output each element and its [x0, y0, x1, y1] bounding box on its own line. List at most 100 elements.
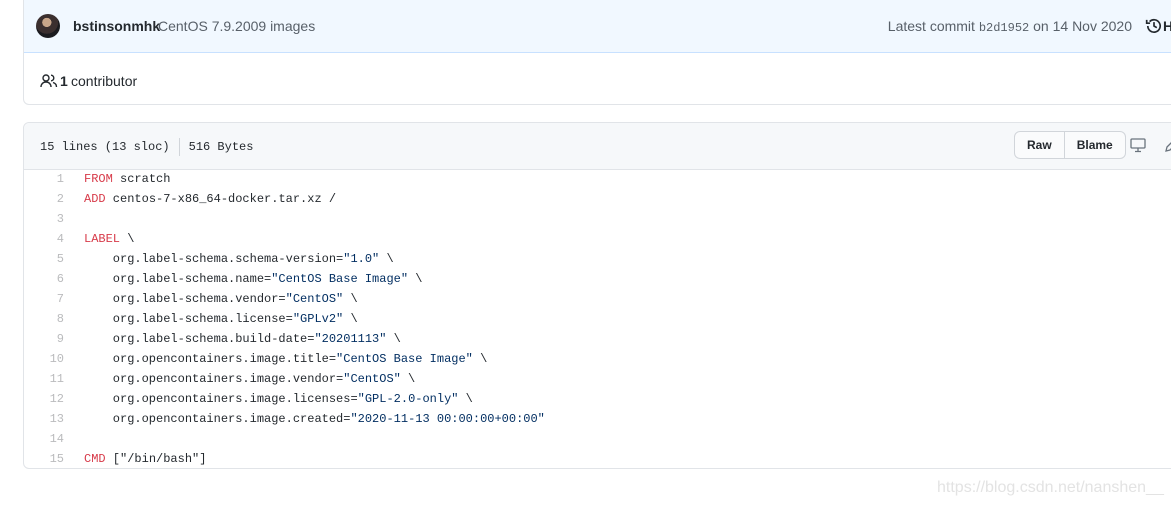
contributor-label: contributor — [71, 73, 138, 89]
line-content: CMD ["/bin/bash"] — [84, 449, 206, 469]
code-text: \ — [458, 392, 473, 406]
line-content: org.label-schema.name="CentOS Base Image… — [84, 269, 423, 289]
pencil-icon[interactable] — [1164, 137, 1171, 153]
commit-sha-link[interactable]: b2d1952 — [979, 21, 1029, 35]
code-keyword: ADD — [84, 192, 106, 206]
watermark: https://blog.csdn.net/nanshen__ — [937, 479, 1164, 496]
code-line: 14 — [24, 429, 1171, 449]
code-text: \ — [386, 332, 401, 346]
code-string: "2020-11-13 00:00:00+00:00" — [350, 412, 545, 426]
code-text: \ — [408, 272, 423, 286]
line-number[interactable]: 14 — [24, 429, 64, 449]
line-number[interactable]: 6 — [24, 269, 64, 289]
code-text: org.label-schema.vendor= — [84, 292, 286, 306]
code-line: 10 org.opencontainers.image.title="CentO… — [24, 349, 1171, 369]
code-keyword: CMD — [84, 452, 106, 466]
line-number[interactable]: 13 — [24, 409, 64, 429]
code-line: 4 LABEL \ — [24, 229, 1171, 249]
commit-meta: Latest commit b2d1952 on 14 Nov 2020 — [888, 18, 1132, 35]
file-info: 15 lines (13 sloc) 516 Bytes — [40, 138, 253, 156]
code-line: 13 org.opencontainers.image.created="202… — [24, 409, 1171, 429]
code-text: org.label-schema.name= — [84, 272, 272, 286]
code-line: 1 FROM scratch — [24, 169, 1171, 189]
code-text: org.opencontainers.image.licenses= — [84, 392, 358, 406]
code-text: \ — [343, 312, 358, 326]
code-string: "1.0" — [343, 252, 380, 266]
commit-author-link[interactable]: bstinsonmhk — [73, 18, 160, 34]
file-viewer: 15 lines (13 sloc) 516 Bytes Raw Blame 1F… — [23, 122, 1171, 469]
code-line: 3 — [24, 209, 1171, 229]
line-number[interactable]: 8 — [24, 309, 64, 329]
code-text: ["/bin/bash"] — [105, 452, 207, 466]
code-text: org.label-schema.build-date= — [84, 332, 315, 346]
code-text: \ — [343, 292, 358, 306]
code-text: \ — [379, 252, 394, 266]
line-number[interactable]: 2 — [24, 189, 64, 209]
file-actions: Raw Blame — [1014, 131, 1126, 159]
line-content: org.opencontainers.image.created="2020-1… — [84, 409, 545, 429]
code-line: 8 org.label-schema.license="GPLv2" \ — [24, 309, 1171, 329]
file-size: 516 Bytes — [188, 140, 254, 155]
desktop-icon[interactable] — [1130, 137, 1146, 153]
commit-message-link[interactable]: CentOS 7.9.2009 images — [158, 18, 315, 34]
commit-date: on 14 Nov 2020 — [1033, 18, 1132, 34]
latest-commit-box: bstinsonmhk CentOS 7.9.2009 images Lates… — [23, 0, 1171, 105]
line-number[interactable]: 1 — [24, 169, 64, 189]
code-string: "20201113" — [314, 332, 387, 346]
code-line: 6 org.label-schema.name="CentOS Base Ima… — [24, 269, 1171, 289]
latest-commit-label: Latest commit — [887, 18, 975, 34]
line-content: org.label-schema.license="GPLv2" \ — [84, 309, 358, 329]
code-line: 12 org.opencontainers.image.licenses="GP… — [24, 389, 1171, 409]
history-link[interactable]: H — [1163, 18, 1171, 34]
code-line: 11 org.opencontainers.image.vendor="Cent… — [24, 369, 1171, 389]
code-string: "GPL-2.0-only" — [357, 392, 459, 406]
code-text: \ — [400, 372, 416, 386]
code-body: 1 FROM scratch 2 ADD centos-7-x86_64-docker… — [24, 169, 1171, 469]
line-number[interactable]: 12 — [24, 389, 64, 409]
code-text: org.opencontainers.image.vendor= — [84, 372, 344, 386]
line-number[interactable]: 4 — [24, 229, 64, 249]
line-number[interactable]: 5 — [24, 249, 64, 269]
code-text: centos-7-x86_64-docker.tar.xz / — [105, 192, 337, 206]
line-number[interactable]: 15 — [24, 449, 64, 469]
code-text: \ — [472, 352, 488, 366]
divider — [178, 138, 180, 156]
code-line: 9 org.label-schema.build-date="20201113"… — [24, 329, 1171, 349]
line-content: org.label-schema.vendor="CentOS" \ — [84, 289, 358, 309]
line-number[interactable]: 10 — [24, 349, 64, 369]
line-number[interactable]: 11 — [24, 369, 64, 389]
blame-button[interactable]: Blame — [1064, 131, 1126, 159]
code-text: \ — [120, 232, 135, 246]
line-number[interactable]: 7 — [24, 289, 64, 309]
code-keyword: LABEL — [84, 232, 121, 246]
line-content: org.opencontainers.image.title="CentOS B… — [84, 349, 487, 369]
code-keyword: FROM — [84, 172, 113, 186]
author-avatar[interactable] — [36, 14, 60, 38]
line-content: org.opencontainers.image.licenses="GPL-2… — [84, 389, 473, 409]
code-line: 5 org.label-schema.schema-version="1.0" … — [24, 249, 1171, 269]
code-line: 15 CMD ["/bin/bash"] — [24, 449, 1171, 469]
code-string: "GPLv2" — [292, 312, 344, 326]
line-number[interactable]: 3 — [24, 209, 64, 229]
file-header: 15 lines (13 sloc) 516 Bytes Raw Blame — [24, 123, 1171, 170]
line-content: FROM scratch — [84, 169, 170, 189]
history-icon[interactable] — [1145, 17, 1163, 35]
code-text: scratch — [112, 172, 171, 186]
code-text: org.opencontainers.image.created= — [84, 412, 351, 426]
line-content: LABEL \ — [84, 229, 134, 249]
line-content: org.label-schema.schema-version="1.0" \ — [84, 249, 394, 269]
contributor-count: 1 — [60, 73, 68, 89]
code-line: 2 ADD centos-7-x86_64-docker.tar.xz / — [24, 189, 1171, 209]
code-text: org.label-schema.license= — [84, 312, 293, 326]
code-line: 7 org.label-schema.vendor="CentOS" \ — [24, 289, 1171, 309]
code-string: "CentOS Base Image" — [271, 272, 409, 286]
code-string: "CentOS" — [285, 292, 344, 306]
code-text: org.label-schema.schema-version= — [84, 252, 344, 266]
line-number[interactable]: 9 — [24, 329, 64, 349]
commit-header: bstinsonmhk CentOS 7.9.2009 images Lates… — [24, 0, 1171, 53]
raw-button[interactable]: Raw — [1014, 131, 1065, 159]
people-icon — [40, 74, 58, 88]
code-string: "CentOS" — [343, 372, 401, 386]
line-content: ADD centos-7-x86_64-docker.tar.xz / — [84, 189, 336, 209]
code-text: org.opencontainers.image.title= — [84, 352, 337, 366]
